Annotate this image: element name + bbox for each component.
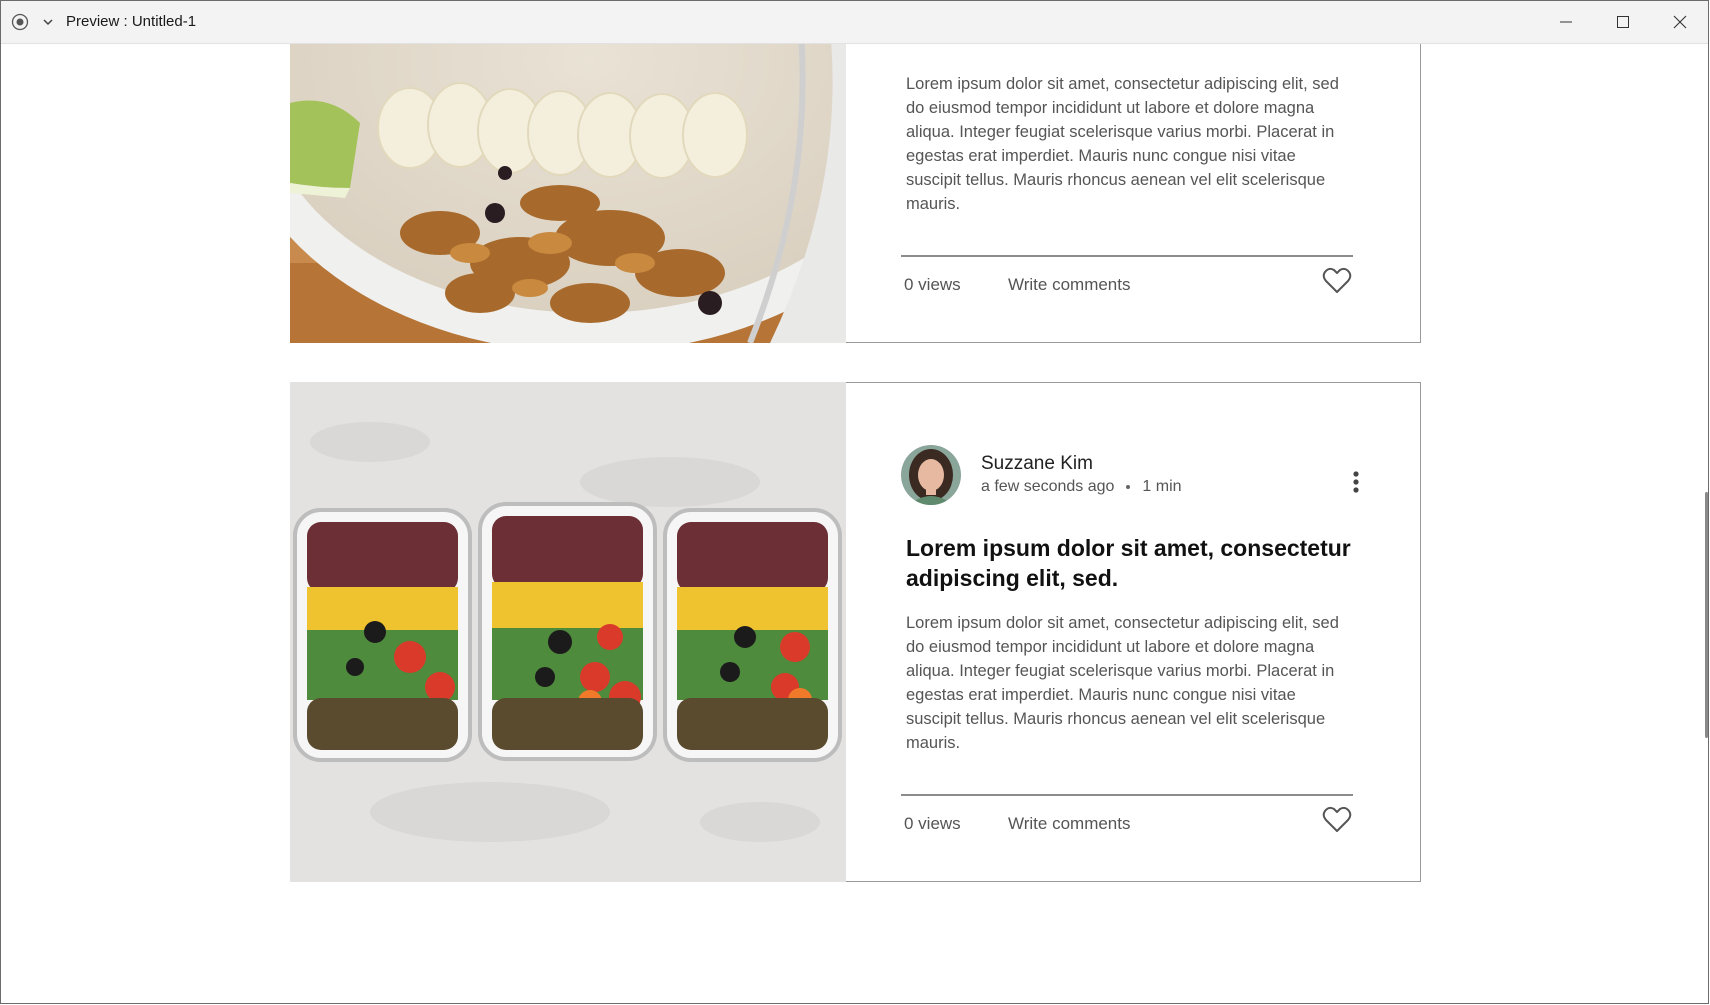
window-title: Preview : Untitled-1	[66, 13, 197, 30]
post-excerpt: Lorem ipsum dolor sit amet, consectetur …	[906, 614, 1339, 752]
heart-icon[interactable]	[1322, 806, 1352, 834]
preview-content[interactable]: Lorem ipsum dolor sit amet, consectetur …	[1, 44, 1708, 1003]
post-meta: a few seconds ago 1 min	[981, 476, 1182, 498]
title-bar: Preview : Untitled-1	[1, 1, 1708, 44]
minimize-icon	[1560, 21, 1572, 23]
post-card: Suzzane Kim a few seconds ago 1 min Lore…	[290, 382, 1421, 883]
heart-icon[interactable]	[1322, 267, 1352, 295]
maximize-button[interactable]	[1595, 1, 1651, 43]
post-title[interactable]: Lorem ipsum dolor sit amet, consectetur …	[906, 533, 1366, 593]
post-card: Lorem ipsum dolor sit amet, consectetur …	[290, 44, 1421, 344]
post-author[interactable]: Suzzane Kim a few seconds ago 1 min	[901, 445, 1182, 505]
maximize-icon	[1617, 16, 1629, 28]
chevron-down-icon[interactable]	[41, 15, 55, 29]
write-comments-link[interactable]: Write comments	[1008, 814, 1131, 834]
vertical-scrollbar[interactable]	[1705, 492, 1708, 738]
post-footer: 0 views Write comments	[901, 255, 1353, 345]
post-time: a few seconds ago	[981, 478, 1115, 495]
post-image-granola-bowl[interactable]	[290, 44, 846, 343]
author-name[interactable]: Suzzane Kim	[981, 452, 1182, 476]
read-time: 1 min	[1142, 478, 1182, 495]
post-body: Lorem ipsum dolor sit amet, consectetur …	[846, 44, 1421, 343]
views-count: 0 views	[904, 814, 961, 833]
author-info: Suzzane Kim a few seconds ago 1 min	[981, 452, 1182, 498]
more-vertical-icon[interactable]	[1346, 469, 1366, 495]
close-button[interactable]	[1652, 1, 1708, 43]
avatar[interactable]	[901, 445, 961, 505]
close-icon	[1673, 15, 1687, 29]
post-image-meal-prep[interactable]	[290, 382, 846, 882]
separator-dot	[1126, 485, 1131, 489]
post-footer: 0 views Write comments	[901, 794, 1353, 884]
preview-window: Preview : Untitled-1 Lorem ipsum dolor s…	[0, 0, 1709, 1004]
minimize-button[interactable]	[1538, 1, 1594, 43]
post-excerpt: Lorem ipsum dolor sit amet, consectetur …	[906, 75, 1339, 213]
post-body: Suzzane Kim a few seconds ago 1 min Lore…	[846, 382, 1421, 882]
write-comments-link[interactable]: Write comments	[1008, 275, 1131, 295]
views-count: 0 views	[904, 275, 961, 294]
record-icon[interactable]	[11, 13, 29, 31]
